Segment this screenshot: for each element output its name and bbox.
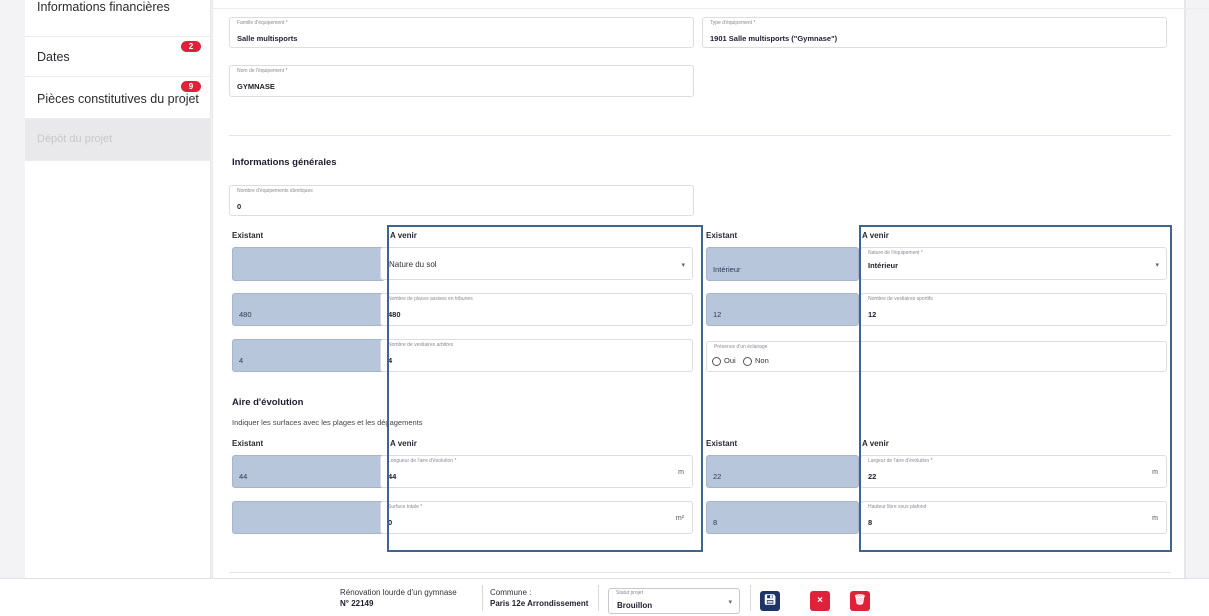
top-divider	[212, 8, 1209, 9]
footer-bar: Rénovation lourde d'un gymnase N° 22149 …	[0, 578, 1209, 616]
close-icon: ×	[817, 595, 823, 606]
famille-equipement-field[interactable]: Famille d'équipement * Salle multisports	[229, 17, 694, 48]
sidebar-item-label: Dates	[37, 50, 70, 64]
existing-value: 4	[239, 356, 244, 365]
commune-label: Commune :	[490, 588, 532, 597]
col-header-existant: Existant	[232, 439, 264, 448]
save-button[interactable]: 💾︎	[760, 591, 780, 611]
existing-value: 8	[713, 518, 718, 527]
commune-info: Commune : Paris 12e Arrondissement	[490, 588, 588, 608]
project-info: Rénovation lourde d'un gymnase N° 22149	[340, 588, 457, 608]
field-value: Salle multisports	[237, 34, 298, 43]
largeur-existant: 22	[706, 455, 859, 488]
project-title: Rénovation lourde d'un gymnase	[340, 588, 457, 597]
existing-value: 22	[713, 472, 722, 481]
field-value: 0	[237, 202, 242, 211]
radio-non[interactable]: Non	[743, 356, 769, 366]
section-title-aire-evolution: Aire d'évolution	[232, 397, 304, 408]
nature-sol-existant	[232, 247, 385, 281]
cancel-button[interactable]: ×	[810, 591, 830, 611]
section-divider	[229, 572, 1171, 573]
status-select[interactable]: Statut projet Brouillon ▾	[608, 588, 740, 614]
hauteur-existant: 8	[706, 501, 859, 534]
section-title-informations-generales: Informations générales	[232, 157, 337, 168]
field-label: Famille d'équipement *	[237, 20, 288, 26]
sidebar-item-label: Pièces constitutives du projet	[37, 92, 199, 106]
col-header-existant: Existant	[706, 439, 738, 448]
radio-label: Non	[755, 356, 769, 365]
field-label: Statut projet	[616, 590, 643, 596]
field-label: Présence d'un éclairage	[714, 344, 768, 350]
type-equipement-field[interactable]: Type d'équipement * 1901 Salle multispor…	[702, 17, 1167, 48]
delete-button[interactable]: 🗑︎	[850, 591, 870, 611]
sidebar-item-pieces-constitutives[interactable]: Pièces constitutives du projet 9	[25, 77, 211, 119]
count-badge: 2	[181, 41, 201, 52]
nombre-equipements-identiques-field[interactable]: Nombre d'équipements identiques 0	[229, 185, 694, 216]
commune-value: Paris 12e Arrondissement	[490, 599, 589, 608]
sidebar: Informations financières Dates 2 Pièces …	[25, 0, 211, 578]
project-number: N° 22149	[340, 599, 374, 608]
surface-existant	[232, 501, 385, 534]
panel-edge	[1184, 0, 1186, 578]
status-value: Brouillon	[617, 601, 653, 610]
footer-separator	[750, 585, 751, 611]
highlight-box-a-venir-left	[387, 225, 703, 552]
existing-value: 44	[239, 472, 248, 481]
field-label: Type d'équipement *	[710, 20, 756, 26]
radio-icon	[743, 356, 752, 366]
footer-separator	[598, 585, 599, 611]
radio-label: Oui	[724, 356, 736, 365]
col-header-existant: Existant	[706, 231, 738, 240]
section-divider	[229, 135, 1171, 136]
existing-value: Intérieur	[713, 265, 741, 274]
places-tribunes-existant: 480	[232, 293, 385, 326]
vestiaires-arbitres-existant: 4	[232, 339, 385, 372]
field-label: Nom de l'équipement *	[237, 68, 288, 74]
nature-equipement-existant: Intérieur	[706, 247, 859, 281]
highlight-box-a-venir-right	[859, 225, 1172, 552]
field-value: 1901 Salle multisports ("Gymnase")	[710, 34, 838, 43]
sidebar-item-informations-financieres[interactable]: Informations financières	[25, 0, 211, 37]
radio-oui[interactable]: Oui	[712, 356, 736, 366]
sidebar-item-depot-projet: Dépôt du projet	[25, 119, 211, 161]
field-label: Nombre d'équipements identiques	[237, 188, 313, 194]
chevron-down-icon: ▾	[728, 599, 732, 606]
save-icon: 💾︎	[763, 595, 777, 606]
footer-separator	[482, 585, 483, 611]
nom-equipement-field[interactable]: Nom de l'équipement * GYMNASE	[229, 65, 694, 97]
radio-icon	[712, 356, 721, 366]
existing-value: 480	[239, 310, 252, 319]
sidebar-item-dates[interactable]: Dates 2	[25, 37, 211, 77]
existing-value: 12	[713, 310, 722, 319]
count-badge: 9	[181, 81, 201, 92]
vestiaires-sportifs-existant: 12	[706, 293, 859, 326]
col-header-existant: Existant	[232, 231, 264, 240]
sidebar-item-label: Informations financières	[37, 0, 170, 14]
sidebar-item-label: Dépôt du projet	[37, 133, 113, 145]
trash-icon: 🗑︎	[853, 595, 867, 606]
field-value: GYMNASE	[237, 82, 275, 91]
longueur-existant: 44	[232, 455, 385, 488]
